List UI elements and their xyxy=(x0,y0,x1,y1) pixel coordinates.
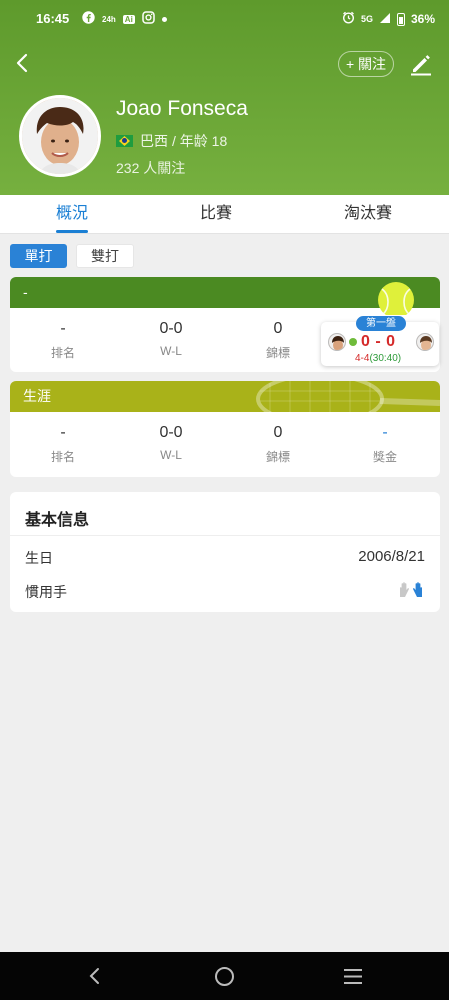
stat-value: 0 xyxy=(273,320,283,337)
career-card: 生涯 - 排名 0-0 W-L 0 錦標 - 獎金 xyxy=(10,381,440,477)
current-card-header: - xyxy=(10,277,440,315)
nav-back-icon[interactable] xyxy=(86,966,104,986)
opponent-avatar-small xyxy=(416,333,434,351)
stat-label: 排名 xyxy=(50,450,75,464)
info-label: 慣用手 xyxy=(25,584,67,600)
tab-overview[interactable]: 概況 xyxy=(22,195,122,234)
stat-label: 錦標 xyxy=(265,346,290,360)
career-stat-prize-money: - 獎金 xyxy=(335,412,435,465)
followers-count: 232 人關注 xyxy=(116,160,186,176)
tab-bar: 概況 比賽 淘汰賽 xyxy=(0,195,449,234)
segment-singles[interactable]: 單打 xyxy=(10,244,67,268)
stat-value: 0 xyxy=(273,424,283,441)
network-type: 5G xyxy=(360,14,373,24)
nav-recents-icon[interactable] xyxy=(343,968,363,985)
alarm-icon xyxy=(342,11,355,27)
current-card-title: - xyxy=(23,284,28,300)
player-avatar-small xyxy=(328,333,346,351)
career-card-header: 生涯 xyxy=(10,381,440,412)
career-stat-titles: 0 錦標 xyxy=(228,412,328,465)
basic-info-card: 基本信息 生日 2006/8/21 慣用手 xyxy=(10,492,440,612)
back-button[interactable] xyxy=(12,52,34,74)
live-set-badge: 第一盤 xyxy=(356,316,406,331)
info-row-handedness: 慣用手 xyxy=(10,574,440,608)
nav-home-icon[interactable] xyxy=(214,966,235,987)
tennis-racket-icon xyxy=(256,381,440,412)
info-row-birthday: 生日 2006/8/21 xyxy=(10,540,440,574)
segment-doubles[interactable]: 雙打 xyxy=(76,244,134,268)
signal-icon xyxy=(379,12,391,27)
stat-titles: 0 錦標 xyxy=(228,308,328,361)
stat-value: - xyxy=(60,424,66,441)
live-points: (30:40) xyxy=(369,353,402,364)
status-time: 16:45 xyxy=(36,11,70,26)
career-stat-ranking: - 排名 xyxy=(13,412,113,465)
stat-value: 0-0 xyxy=(159,320,183,337)
stat-label: 錦標 xyxy=(265,450,290,464)
ai-icon: Ai xyxy=(122,14,135,24)
follow-button[interactable]: + 關注 xyxy=(338,51,394,77)
stat-value: - xyxy=(382,424,388,441)
edit-button[interactable] xyxy=(408,51,434,77)
player-name: Joao Fonseca xyxy=(116,97,248,120)
brazil-flag-icon xyxy=(116,135,133,147)
tab-active-indicator xyxy=(56,230,88,233)
pencil-icon xyxy=(411,55,431,76)
status-bar: 16:45 24h Ai 5G 36% xyxy=(0,0,449,36)
stat-label: 排名 xyxy=(50,346,75,360)
player-country: 巴西 xyxy=(140,133,168,149)
stat-label: W-L xyxy=(160,448,182,462)
player-avatar xyxy=(19,95,101,177)
instagram-icon xyxy=(142,11,155,27)
career-card-title: 生涯 xyxy=(23,388,51,404)
stat-value: 0-0 xyxy=(159,424,183,441)
system-navigation-bar xyxy=(0,952,449,1000)
24h-icon: 24h xyxy=(102,14,116,24)
live-games: 4-4 xyxy=(355,353,370,364)
stat-win-loss: 0-0 W-L xyxy=(121,308,221,358)
stat-label: 獎金 xyxy=(372,450,397,464)
battery-icon xyxy=(396,12,405,26)
career-stat-win-loss: 0-0 W-L xyxy=(121,412,221,462)
tab-knockout[interactable]: 淘汰賽 xyxy=(318,195,418,234)
facebook-icon xyxy=(82,11,95,27)
stat-value: - xyxy=(60,320,66,337)
player-age: / 年龄 18 xyxy=(172,133,228,149)
chevron-left-icon xyxy=(16,53,28,73)
player-meta: 巴西 / 年龄 18 xyxy=(116,131,227,151)
hands-icon xyxy=(397,580,425,602)
live-set-score: 0 - 0 xyxy=(361,333,396,350)
info-value: 2006/8/21 xyxy=(358,548,425,565)
stat-label: W-L xyxy=(160,344,182,358)
info-label: 生日 xyxy=(25,550,53,566)
live-game-score: 4-4(30:40) xyxy=(355,353,401,364)
dot-icon xyxy=(161,16,167,22)
serve-indicator-icon xyxy=(349,338,357,346)
battery-level: 36% xyxy=(410,12,435,26)
career-card-stats: - 排名 0-0 W-L 0 錦標 - 獎金 xyxy=(10,412,440,476)
profile-header: 16:45 24h Ai 5G 36% + 關注 Joao Fonseca 巴西… xyxy=(0,0,449,195)
basic-info-title: 基本信息 xyxy=(10,492,440,536)
tab-matches[interactable]: 比賽 xyxy=(166,195,266,234)
stat-ranking: - 排名 xyxy=(13,308,113,361)
